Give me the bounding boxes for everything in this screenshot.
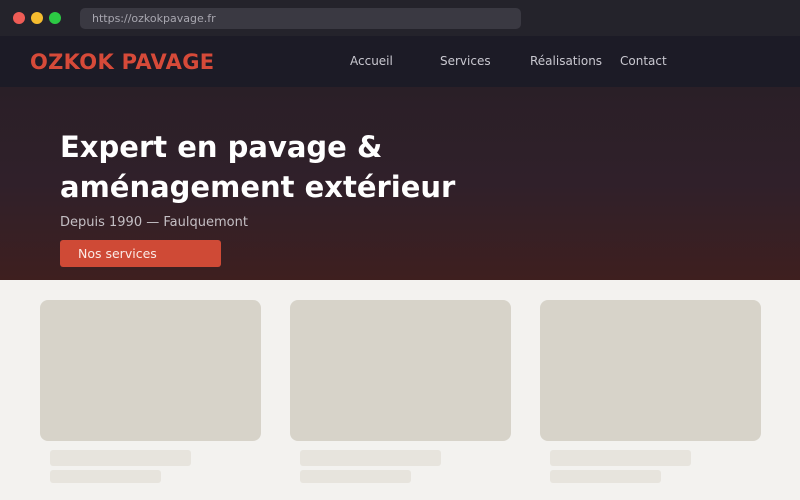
- card-title-placeholder: [50, 450, 191, 466]
- maximize-window-icon[interactable]: [49, 12, 61, 24]
- hero-title-line-1: Expert en pavage &: [60, 130, 383, 164]
- minimize-window-icon[interactable]: [31, 12, 43, 24]
- card-image-placeholder: [540, 300, 761, 441]
- browser-chrome: https://ozkokpavage.fr: [0, 0, 800, 36]
- card-text-placeholder: [550, 470, 661, 483]
- card-image-placeholder: [290, 300, 511, 441]
- close-window-icon[interactable]: [13, 12, 25, 24]
- hero-title: Expert en pavage & aménagement extérieur: [60, 127, 660, 207]
- nav-link-contact[interactable]: Contact: [620, 54, 667, 68]
- hero-title-line-2: aménagement extérieur: [60, 170, 456, 204]
- card-title-placeholder: [550, 450, 691, 466]
- card-text-placeholder: [50, 470, 161, 483]
- service-card[interactable]: [40, 300, 261, 483]
- nav-link-realisations[interactable]: Réalisations: [530, 54, 602, 68]
- services-cta-button[interactable]: Nos services: [60, 240, 221, 267]
- nav-link-services[interactable]: Services: [440, 54, 491, 68]
- service-card[interactable]: [540, 300, 761, 483]
- site-logo[interactable]: OZKOK PAVAGE: [30, 50, 214, 74]
- hero-section: Expert en pavage & aménagement extérieur…: [0, 87, 800, 280]
- nav-link-accueil[interactable]: Accueil: [350, 54, 393, 68]
- card-title-placeholder: [300, 450, 441, 466]
- address-bar[interactable]: https://ozkokpavage.fr: [80, 8, 521, 29]
- site-header: OZKOK PAVAGE Accueil Services Réalisatio…: [0, 36, 800, 87]
- card-image-placeholder: [40, 300, 261, 441]
- card-text-placeholder: [300, 470, 411, 483]
- hero-subtitle: Depuis 1990 — Faulquemont: [60, 215, 248, 230]
- service-card[interactable]: [290, 300, 511, 483]
